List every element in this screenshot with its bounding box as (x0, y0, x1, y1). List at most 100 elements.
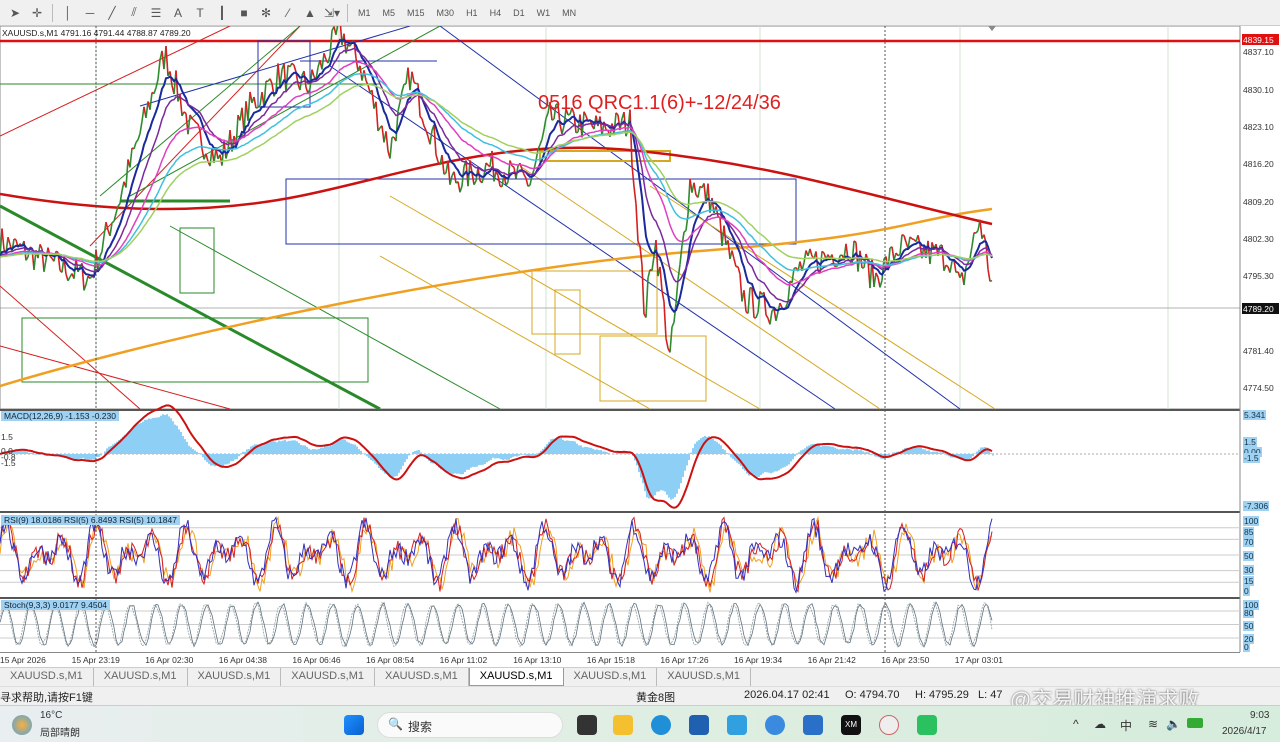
macd-histogram-bar (132, 427, 134, 454)
macd-histogram-bar (310, 449, 312, 454)
start-icon[interactable] (344, 715, 364, 735)
macd-histogram-bar (606, 452, 608, 454)
macd-histogram-bar (832, 446, 834, 454)
timeframe-w1[interactable]: W1 (531, 8, 557, 18)
macd-histogram-bar (274, 441, 276, 454)
triangle-icon[interactable]: ▲ (299, 3, 321, 23)
battery-icon[interactable] (1187, 718, 1203, 728)
chart-annotation: 0516 QRC1.1(6)+-12/24/36 (538, 92, 781, 114)
store-icon[interactable] (689, 715, 709, 735)
text-label-icon[interactable]: T (189, 3, 211, 23)
macd-histogram-bar (296, 441, 298, 454)
clock-time[interactable]: 9:03 (1250, 710, 1269, 721)
chart-tab[interactable]: XAUUSD.s,M1 (94, 668, 188, 686)
wifi-icon[interactable]: ≋ (1148, 717, 1158, 731)
wechat-icon[interactable] (917, 715, 937, 735)
gann-line-icon[interactable]: ⁄ (277, 3, 299, 23)
file-explorer-icon[interactable] (613, 715, 633, 735)
chart-window[interactable] (0, 18, 1280, 652)
macd-histogram-bar (726, 452, 728, 454)
chart-canvas[interactable] (0, 18, 1280, 652)
timeframe-m1[interactable]: M1 (352, 8, 377, 18)
onedrive-icon[interactable]: ☁ (1094, 717, 1106, 731)
period-separator-icon[interactable]: ┃ (211, 3, 233, 23)
search-box[interactable]: 🔍 搜索 (377, 712, 563, 738)
mt4-icon[interactable] (879, 715, 899, 735)
crosshair-icon[interactable]: ✛ (26, 3, 48, 23)
macd-histogram-bar (226, 454, 228, 465)
macd-histogram-bar (406, 454, 408, 460)
macd-histogram-bar (264, 444, 266, 454)
macd-histogram-bar (350, 443, 352, 454)
tray-chevron-icon[interactable]: ^ (1073, 717, 1079, 731)
macd-histogram-bar (512, 454, 514, 457)
macd-histogram-bar (670, 454, 672, 500)
rsi-level-label: 85 (1243, 526, 1255, 537)
macd-histogram-bar (452, 454, 454, 474)
macd-histogram-bar (92, 454, 94, 460)
time-label: 16 Apr 02:30 (145, 655, 194, 665)
chart-tab[interactable]: XAUUSD.s,M1 (188, 668, 282, 686)
macd-histogram-bar (180, 432, 182, 454)
macd-histogram-bar (314, 449, 316, 454)
timeframe-m5[interactable]: M5 (377, 8, 402, 18)
timeframe-m15[interactable]: M15 (401, 8, 431, 18)
macd-histogram-bar (710, 438, 712, 454)
ime-indicator[interactable]: 中 (1120, 717, 1132, 734)
rectangle-icon[interactable]: ■ (233, 3, 255, 23)
edge-dev-icon[interactable] (765, 715, 785, 735)
timeframe-d1[interactable]: D1 (507, 8, 531, 18)
task-view-icon[interactable] (577, 715, 597, 735)
fibonacci-icon[interactable]: ☰ (145, 3, 167, 23)
macd-histogram-bar (284, 439, 286, 454)
macd-histogram-bar (98, 454, 100, 457)
timeframe-mn[interactable]: MN (556, 8, 582, 18)
macd-histogram-bar (238, 454, 240, 457)
chart-tab[interactable]: XAUUSD.s,M1 (281, 668, 375, 686)
chart-tab[interactable]: XAUUSD.s,M1 (0, 668, 94, 686)
chart-tab[interactable]: XAUUSD.s,M1 (657, 668, 751, 686)
macd-histogram-bar (918, 446, 920, 454)
macd-histogram-bar (414, 451, 416, 454)
timeframe-h4[interactable]: H4 (484, 8, 508, 18)
macd-histogram-bar (674, 454, 676, 498)
xm-icon[interactable]: XM (841, 715, 861, 735)
weather-icon[interactable] (12, 715, 32, 735)
equidistant-channel-icon[interactable]: ⫽ (123, 3, 145, 23)
volume-icon[interactable]: 🔈 (1166, 717, 1181, 731)
bar-datetime: 2026.04.17 02:41 (744, 689, 830, 701)
macd-histogram-bar (324, 446, 326, 454)
macd-histogram-bar (518, 454, 520, 456)
macd-histogram-bar (156, 417, 158, 454)
macd-histogram-bar (768, 454, 770, 473)
macd-histogram-bar (326, 446, 328, 454)
timeframe-m30[interactable]: M30 (431, 8, 461, 18)
text-icon[interactable]: A (167, 3, 189, 23)
macd-histogram-bar (412, 452, 414, 454)
horizontal-line-icon[interactable]: ─ (79, 3, 101, 23)
macd-level-label: -7.306 (1243, 501, 1270, 511)
macd-histogram-bar (594, 449, 596, 454)
macd-histogram-bar (466, 454, 468, 470)
app-icon[interactable] (727, 715, 747, 735)
edge-icon[interactable] (651, 715, 671, 735)
macd-histogram-bar (298, 442, 300, 454)
arrows-icon[interactable]: ⇲▾ (321, 3, 343, 23)
clock-date[interactable]: 2026/4/17 (1222, 726, 1267, 737)
chart-tab[interactable]: XAUUSD.s,M1 (468, 668, 564, 686)
outlook-icon[interactable] (803, 715, 823, 735)
macd-histogram-bar (194, 450, 196, 454)
vertical-line-icon[interactable]: │ (57, 3, 79, 23)
macd-histogram-bar (696, 441, 698, 454)
gann-grid-icon[interactable]: ✻ (255, 3, 277, 23)
chart-tab[interactable]: XAUUSD.s,M1 (564, 668, 658, 686)
chart-tab[interactable]: XAUUSD.s,M1 (375, 668, 469, 686)
trendline-icon[interactable]: ╱ (101, 3, 123, 23)
cursor-icon[interactable]: ➤ (4, 3, 26, 23)
time-axis: 15 Apr 2026 15 Apr 23:19 16 Apr 02:30 16 Ap… (0, 652, 1240, 667)
timeframe-h1[interactable]: H1 (460, 8, 484, 18)
time-label: 16 Apr 21:42 (807, 655, 856, 665)
macd-histogram-bar (88, 454, 90, 461)
macd-histogram-bar (464, 454, 466, 473)
macd-histogram-bar (492, 454, 494, 458)
